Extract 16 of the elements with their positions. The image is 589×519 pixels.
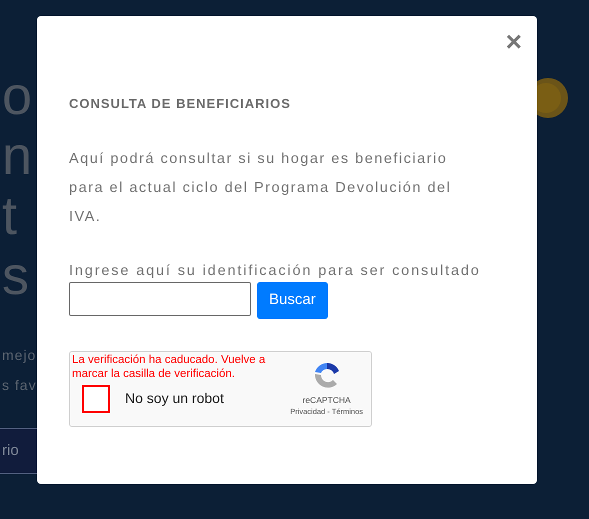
hero-heading-line: o <box>1 66 32 126</box>
close-button[interactable]: × <box>506 28 522 56</box>
recaptcha-brand: reCAPTCHA <box>302 394 351 406</box>
hero-text-line: s fav <box>1 376 37 395</box>
hero-text-line: mejo <box>1 346 36 365</box>
hero-heading-line: t <box>1 186 18 246</box>
hero-heading-line: s <box>1 246 29 306</box>
captcha-checkbox[interactable] <box>82 384 110 412</box>
hero-heading-line: n <box>1 126 32 186</box>
field-label: Ingrese aquí su identificación para ser consultado <box>69 262 482 280</box>
captcha-label: No soy un robot <box>125 389 224 408</box>
modal-description: Aquí podrá consultar si su hogar es beneficiario para el actual ciclo del Programa Devolución del IVA. <box>69 150 452 226</box>
search-button[interactable]: Buscar <box>257 282 328 318</box>
modal-title: CONSULTA DE BENEFICIARIOS <box>69 95 292 113</box>
captcha-error: La verificación ha caducado. Vuelve a marcar la casilla de verificación. <box>72 352 266 380</box>
id-input-field[interactable] <box>69 282 251 316</box>
